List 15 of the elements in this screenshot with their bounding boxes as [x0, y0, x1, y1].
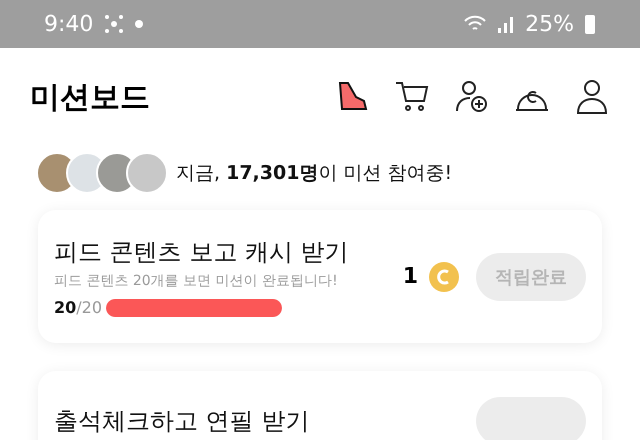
- dot-icon: [135, 20, 144, 28]
- reward-amount: 1: [402, 264, 418, 289]
- progress-count: 20/20: [54, 298, 102, 317]
- mission-title: 피드 콘텐츠 보고 캐시 받기: [54, 237, 350, 268]
- battery-percent: 25%: [525, 12, 574, 36]
- status-time: 9:40: [44, 12, 94, 36]
- signal-icon: [497, 14, 516, 34]
- app-icon: [103, 13, 126, 35]
- participants-text: 지금, 17,301명이 미션 참여중!: [176, 161, 452, 186]
- mission-description: 피드 콘텐츠 20개를 보면 미션이 완료됩니다!: [54, 272, 339, 290]
- add-person-icon[interactable]: [454, 79, 490, 115]
- person-icon[interactable]: [574, 79, 610, 115]
- page-title: 미션보드: [30, 78, 151, 116]
- mission-title: 출석체크하고 연필 받기: [54, 406, 310, 437]
- battery-icon: [584, 13, 596, 35]
